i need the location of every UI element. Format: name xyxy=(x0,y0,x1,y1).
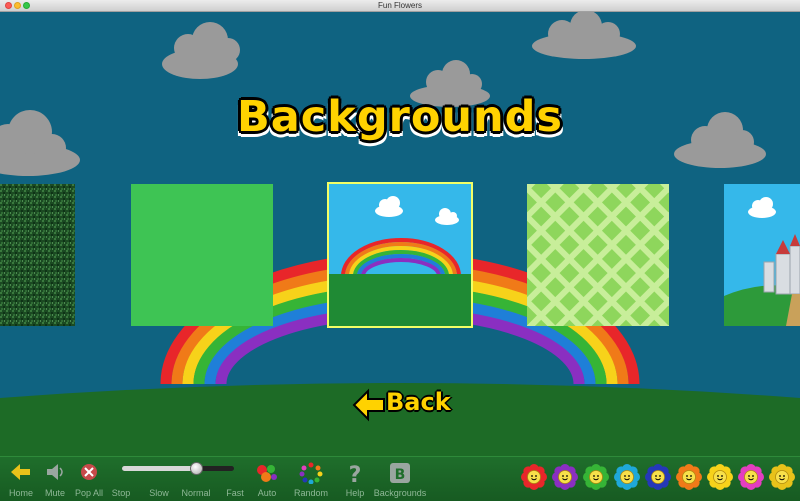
pop-all-button[interactable]: Pop All xyxy=(72,457,106,501)
flower-swatch[interactable] xyxy=(769,464,795,490)
random-button[interactable]: Random xyxy=(290,457,332,501)
flower-swatch[interactable] xyxy=(676,464,702,490)
help-button[interactable]: ? Help xyxy=(340,457,370,501)
flower-icon xyxy=(552,464,578,490)
flower-icon xyxy=(738,464,764,490)
pop-all-label: Pop All xyxy=(74,488,104,498)
speed-slow-option[interactable]: Slow xyxy=(142,457,176,501)
normal-label: Normal xyxy=(181,488,211,498)
back-button[interactable]: Back xyxy=(352,387,452,423)
background-option-grass-texture[interactable] xyxy=(0,184,75,326)
random-ring-icon xyxy=(299,462,323,484)
game-scene: Backgrounds Back xyxy=(0,12,800,456)
cloud-top-left xyxy=(162,22,240,79)
speaker-icon xyxy=(47,464,63,480)
flower-icon xyxy=(769,464,795,490)
speed-normal-option[interactable]: Normal xyxy=(178,457,214,501)
random-label: Random xyxy=(293,488,329,498)
window-titlebar: Fun Flowers xyxy=(0,0,800,12)
back-label: Back xyxy=(386,388,451,416)
svg-text:B: B xyxy=(395,467,406,483)
flower-icon xyxy=(676,464,702,490)
backgrounds-label: Backgrounds xyxy=(373,488,427,498)
flower-swatch[interactable] xyxy=(707,464,733,490)
background-option-rainbow[interactable] xyxy=(327,182,473,328)
flower-icon xyxy=(583,464,609,490)
flower-swatch[interactable] xyxy=(552,464,578,490)
flower-swatch[interactable] xyxy=(738,464,764,490)
flower-cluster-icon xyxy=(257,465,277,482)
screen-heading: Backgrounds xyxy=(236,92,563,142)
background-option-green-checkered[interactable] xyxy=(527,184,669,326)
checkered-preview xyxy=(527,184,669,326)
flower-swatch[interactable] xyxy=(614,464,640,490)
background-option-castle[interactable] xyxy=(724,184,800,326)
flower-icon xyxy=(614,464,640,490)
home-button[interactable]: Home xyxy=(6,457,36,501)
question-mark-icon: ? xyxy=(349,463,362,486)
flower-swatch[interactable] xyxy=(583,464,609,490)
flower-icon xyxy=(707,464,733,490)
svg-text:?: ? xyxy=(349,463,362,486)
plain-green-preview xyxy=(131,184,273,326)
backgrounds-b-icon: B xyxy=(390,463,410,483)
back-arrow-icon xyxy=(352,388,385,422)
fast-label: Fast xyxy=(226,488,244,498)
home-label: Home xyxy=(8,488,33,498)
mute-label: Mute xyxy=(44,488,65,498)
backgrounds-button[interactable]: B Backgrounds xyxy=(372,457,428,501)
flower-swatch[interactable] xyxy=(645,464,671,490)
background-option-plain-green[interactable] xyxy=(131,184,273,326)
stop-label: Stop xyxy=(111,488,131,498)
mute-button[interactable]: Mute xyxy=(40,457,70,501)
pop-all-icon xyxy=(81,464,97,480)
speed-fast-option[interactable]: Fast xyxy=(222,457,248,501)
help-label: Help xyxy=(345,488,365,498)
auto-button[interactable]: Auto xyxy=(252,457,282,501)
slow-label: Slow xyxy=(149,488,169,498)
cloud-top-right xyxy=(532,12,636,59)
arrow-left-icon xyxy=(11,464,30,480)
flower-icon xyxy=(645,464,671,490)
bottom-toolbar: Home Mute Pop All Stop Slow Normal Fast xyxy=(0,456,800,501)
castle-preview xyxy=(724,184,800,326)
rainbow-preview xyxy=(329,184,471,326)
grass-texture-preview xyxy=(0,184,75,326)
window-title: Fun Flowers xyxy=(377,1,422,10)
auto-label: Auto xyxy=(257,488,277,498)
stop-button[interactable]: Stop xyxy=(108,457,134,501)
flower-swatch[interactable] xyxy=(521,464,547,490)
flower-icon xyxy=(521,464,547,490)
